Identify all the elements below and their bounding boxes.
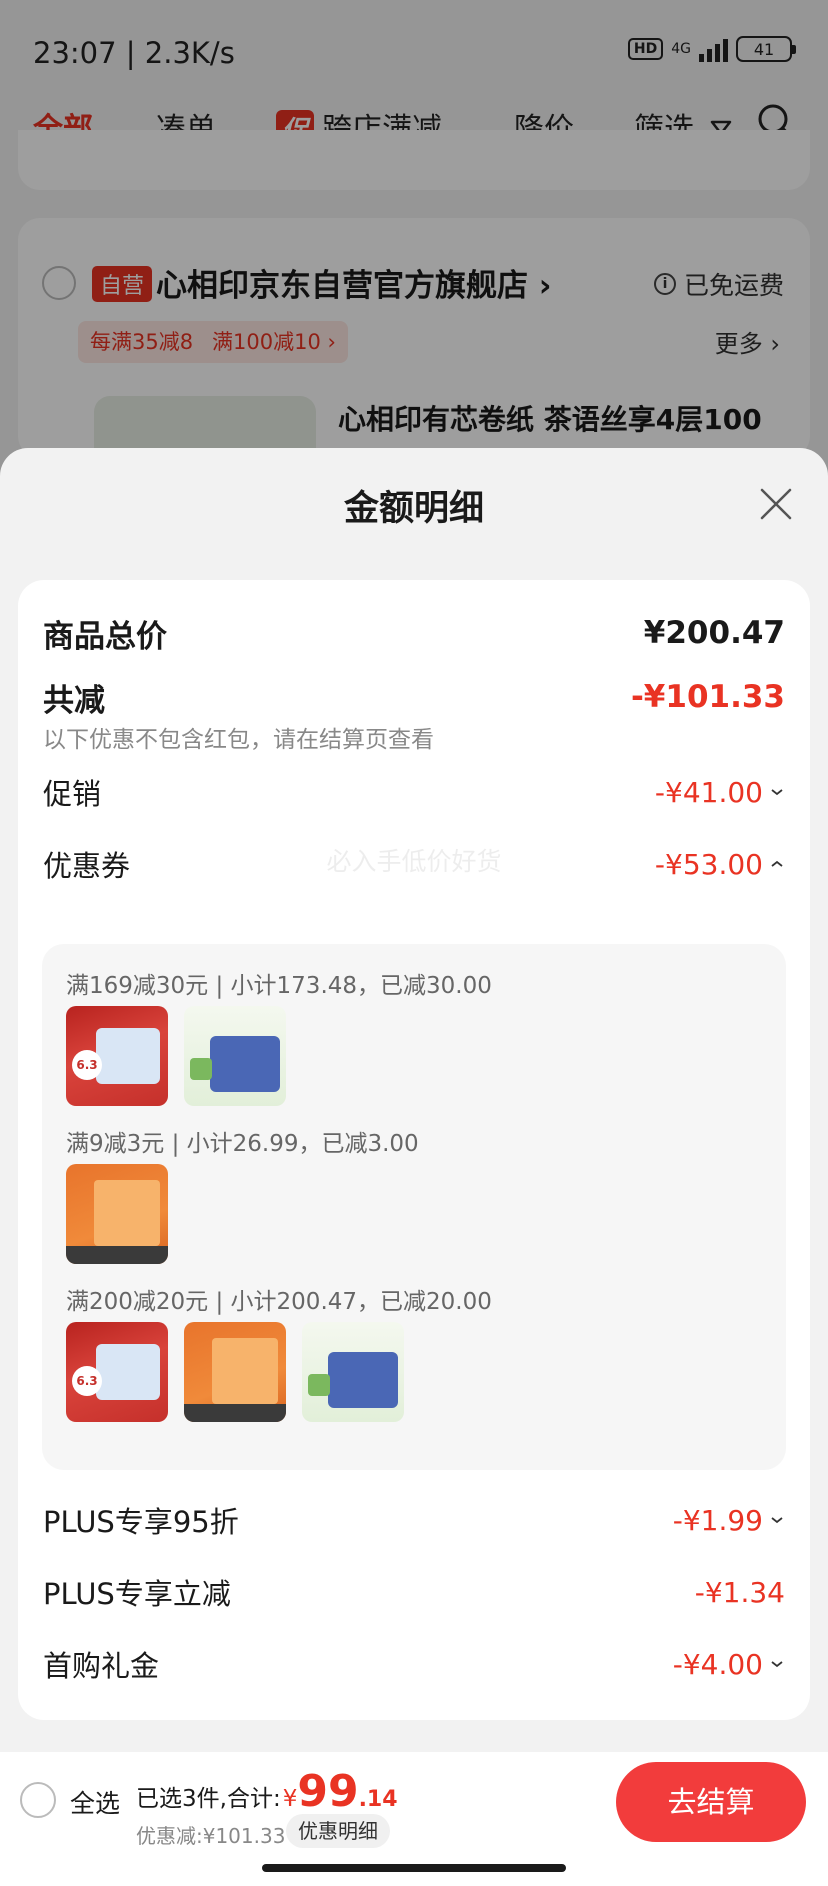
total-value: ¥200.47 (643, 615, 785, 651)
plus95-value-group: -¥1.99 (673, 1504, 785, 1537)
chevron-down-icon (771, 789, 783, 796)
reduce-value: -¥101.33 (630, 679, 785, 715)
chevron-down-icon (771, 1517, 783, 1524)
reduce-note: 以下优惠不包含红包，请在结算页查看 (43, 727, 434, 753)
first-gift-value: -¥4.00 (672, 1647, 763, 1681)
total-label: 商品总价 (43, 618, 167, 655)
first-gift-value-group: -¥4.00 (673, 1648, 785, 1681)
product-thumb-tissue-roll[interactable] (302, 1322, 404, 1422)
discount-detail-button[interactable]: 优惠明细 (286, 1814, 390, 1848)
plus-instant-label: PLUS专享立减 (43, 1577, 231, 1611)
total-price-decimal: .14 (358, 1787, 398, 1812)
watermark: 必入手低价好货 (326, 847, 502, 876)
total-row: 商品总价 ¥200.47 (43, 610, 785, 656)
coupon-detail-panel: 满169减30元 | 小计173.48，已减30.00 满9减3元 | 小计26… (42, 944, 786, 1470)
home-indicator (262, 1864, 566, 1872)
coupon-line: 满200减20元 | 小计200.47，已减20.00 (66, 1289, 492, 1315)
first-gift-label: 首购礼金 (43, 1649, 160, 1683)
plus-instant-value: -¥1.34 (694, 1575, 785, 1609)
reduce-row: 共减 -¥101.33 (43, 674, 785, 720)
product-thumb-kitchen-paper[interactable] (66, 1164, 168, 1264)
plus95-value: -¥1.99 (672, 1503, 763, 1537)
coupon-line: 满169减30元 | 小计173.48，已减30.00 (66, 973, 492, 999)
coupon-product-thumbs (66, 1322, 404, 1422)
sheet-title: 金额明细 (343, 489, 484, 529)
promo-value-group: -¥41.00 (655, 776, 785, 809)
product-thumb-tissue-roll[interactable] (184, 1006, 286, 1106)
plus95-label: PLUS专享95折 (43, 1505, 239, 1539)
order-summary: 已选3件,合计: ¥ 99 .14 (136, 1766, 398, 1817)
product-thumb-wipes[interactable] (66, 1322, 168, 1422)
plus95-row[interactable]: PLUS专享95折 -¥1.99 (43, 1498, 785, 1542)
chevron-down-icon (771, 1661, 783, 1668)
reduce-label: 共减 (43, 682, 105, 719)
first-gift-row[interactable]: 首购礼金 -¥4.00 (43, 1642, 785, 1686)
currency-symbol: ¥ (282, 1786, 298, 1812)
promo-label: 促销 (43, 777, 102, 811)
promo-row[interactable]: 促销 -¥41.00 (43, 770, 785, 814)
product-thumb-wipes[interactable] (66, 1006, 168, 1106)
promo-value: -¥41.00 (654, 775, 763, 809)
coupon-product-thumbs (66, 1006, 286, 1106)
select-all-label[interactable]: 全选 (70, 1784, 120, 1820)
close-icon[interactable] (756, 484, 796, 524)
coupon-product-thumbs (66, 1164, 168, 1264)
coupon-line: 满9减3元 | 小计26.99，已减3.00 (66, 1131, 419, 1157)
checkout-button[interactable]: 去结算 (616, 1762, 806, 1842)
checkout-bar: 全选 已选3件,合计: ¥ 99 .14 优惠减:¥101.33 优惠明细 去结… (0, 1752, 828, 1886)
selected-count-text: 已选3件,合计: (136, 1786, 281, 1812)
discount-summary: 优惠减:¥101.33 (136, 1824, 286, 1848)
total-price-integer: 99 (297, 1766, 359, 1817)
amount-detail-card: 商品总价 ¥200.47 共减 -¥101.33 以下优惠不包含红包，请在结算页… (18, 580, 810, 1720)
product-thumb-kitchen-paper[interactable] (184, 1322, 286, 1422)
plus-instant-row: PLUS专享立减 -¥1.34 (43, 1570, 785, 1614)
select-all-radio[interactable] (20, 1782, 56, 1818)
amount-detail-sheet: 金额明细 商品总价 ¥200.47 共减 -¥101.33 以下优惠不包含红包，… (0, 448, 828, 1886)
